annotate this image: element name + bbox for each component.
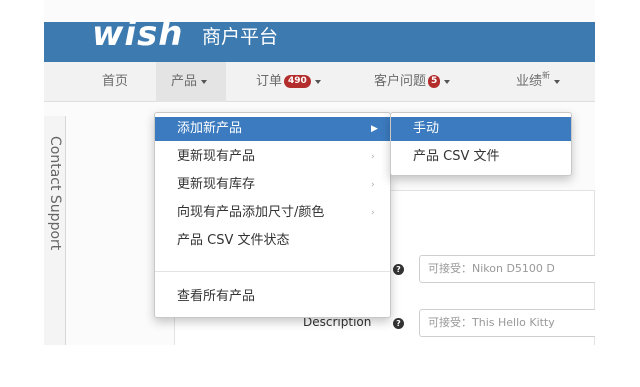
products-dropdown-menu: 添加新产品 ▶ 更新现有产品 › 更新现有库存 › 向现有产品添加尺寸/颜色 ›… [154,112,391,318]
nav-orders-label: 订单 [256,74,283,89]
caret-down-icon [201,79,208,84]
menu-item-add-product[interactable]: 添加新产品 ▶ [155,117,390,141]
nav-performance[interactable]: 业绩新 [516,62,561,102]
nav-performance-label: 业绩 [516,74,543,89]
menu-item-csv-status-label: 产品 CSV 文件状态 [177,233,290,248]
menu-item-update-products[interactable]: 更新现有产品 › [155,145,390,169]
caret-down-icon [554,79,561,84]
contact-support-tab[interactable]: Contact Support [44,116,66,345]
caret-down-icon [444,79,451,84]
nav-customer-issues[interactable]: 客户问题 5 [374,62,451,102]
nav-products-label: 产品 [171,74,198,89]
menu-item-view-all[interactable]: 查看所有产品 [155,285,390,309]
menu-divider [155,271,390,272]
wish-logo[interactable]: wish [92,14,184,54]
nav-home[interactable]: 首页 [102,62,128,102]
menu-item-add-size-color[interactable]: 向现有产品添加尺寸/颜色 › [155,201,390,225]
chevron-right-icon: › [371,152,375,162]
nav-customer-issues-label: 客户问题 [374,74,427,89]
chevron-right-icon: › [371,208,375,218]
new-superscript: 新 [542,71,551,80]
app-window: wish 商户平台 首页 产品 订单 490 客户问题 5 业绩新 Contact … [44,0,595,345]
nav-orders[interactable]: 订单 490 [256,62,321,102]
question-circle-icon[interactable]: ? [393,318,404,329]
caret-down-icon [314,79,321,84]
description-input[interactable]: 可接受：This Hello Kitty [419,309,595,337]
main-navbar: 首页 产品 订单 490 客户问题 5 业绩新 [44,62,595,102]
menu-item-add-product-label: 添加新产品 [177,121,243,136]
orders-count-badge: 490 [284,75,311,88]
submenu-item-product-csv[interactable]: 产品 CSV 文件 [391,145,571,169]
submenu-item-manual[interactable]: 手动 [391,117,571,141]
chevron-right-icon: › [371,180,375,190]
question-circle-icon[interactable]: ? [393,264,404,275]
submenu-item-product-csv-label: 产品 CSV 文件 [413,149,500,164]
header-title: 商户平台 [202,26,279,48]
menu-item-update-products-label: 更新现有产品 [177,149,256,164]
chevron-right-icon: ▶ [371,124,378,134]
contact-support-label: Contact Support [47,136,63,251]
menu-item-csv-status[interactable]: 产品 CSV 文件状态 [155,229,390,253]
menu-item-update-inventory-label: 更新现有库存 [177,177,256,192]
nav-products[interactable]: 产品 [156,62,226,102]
product-name-input[interactable]: 可接受：Nikon D5100 D [419,255,595,283]
menu-item-view-all-label: 查看所有产品 [177,289,256,304]
menu-item-add-size-color-label: 向现有产品添加尺寸/颜色 [177,205,325,220]
top-header: wish 商户平台 [44,14,595,62]
add-product-submenu: 手动 产品 CSV 文件 [390,112,572,176]
nav-home-label: 首页 [102,74,129,89]
menu-item-update-inventory[interactable]: 更新现有库存 › [155,173,390,197]
issues-count-badge: 5 [428,75,441,88]
submenu-item-manual-label: 手动 [413,121,440,136]
